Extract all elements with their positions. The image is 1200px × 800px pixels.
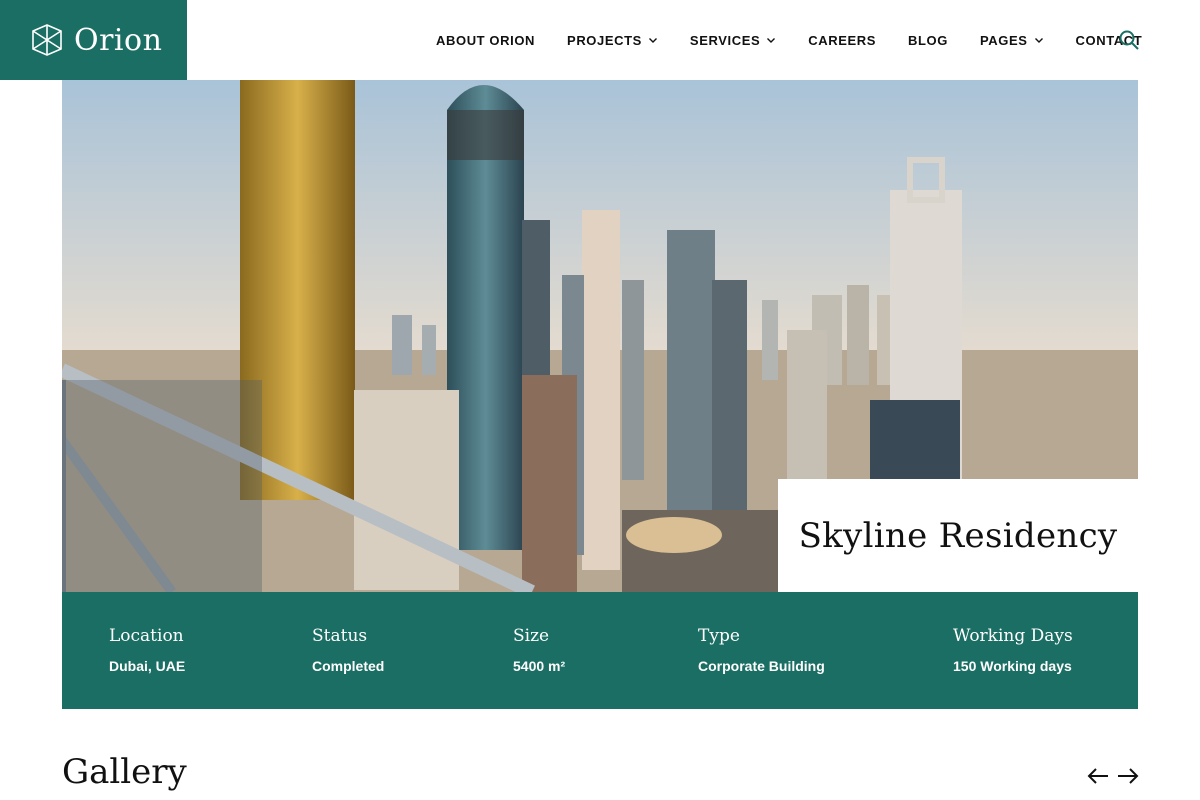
orion-logo-icon	[32, 24, 62, 56]
nav-label: CAREERS	[808, 32, 876, 48]
detail-label: Working Days	[953, 626, 1073, 646]
nav-label: BLOG	[908, 32, 948, 48]
nav-label: PAGES	[979, 32, 1028, 48]
arrow-left-icon[interactable]	[1086, 765, 1110, 787]
brand-name: Orion	[74, 22, 163, 58]
nav-item-pages[interactable]: PAGES	[980, 33, 1044, 48]
detail-label: Location	[109, 626, 184, 646]
nav-item-about[interactable]: ABOUT ORION	[436, 33, 535, 48]
project-title-card: Skyline Residency	[778, 479, 1138, 592]
logo[interactable]: Orion	[0, 0, 187, 80]
nav-item-services[interactable]: SERVICES	[690, 33, 776, 48]
detail-status: Status Completed	[312, 626, 384, 674]
detail-value: Corporate Building	[698, 658, 825, 674]
detail-working-days: Working Days 150 Working days	[953, 626, 1073, 674]
detail-value: Dubai, UAE	[109, 658, 186, 674]
detail-label: Status	[312, 626, 368, 646]
nav-label: ABOUT ORION	[436, 32, 536, 48]
detail-value: Completed	[312, 658, 385, 674]
chevron-down-icon	[648, 38, 657, 43]
project-details-bar: Location Dubai, UAE Status Completed Siz…	[62, 592, 1138, 709]
nav-item-projects[interactable]: PROJECTS	[567, 33, 658, 48]
chevron-down-icon	[1034, 38, 1043, 43]
nav-item-careers[interactable]: CAREERS	[808, 33, 876, 48]
detail-size: Size 5400 m²	[513, 626, 565, 674]
detail-label: Type	[698, 626, 740, 646]
chevron-down-icon	[767, 38, 776, 43]
main-nav: ABOUT ORION PROJECTS SERVICES CAREERS BL…	[420, 0, 1158, 80]
detail-value: 5400 m²	[513, 658, 566, 674]
search-icon[interactable]	[1118, 29, 1140, 51]
detail-label: Size	[513, 626, 550, 646]
project-title: Skyline Residency	[798, 515, 1118, 556]
nav-label: SERVICES	[689, 32, 761, 48]
arrow-right-icon[interactable]	[1116, 765, 1140, 787]
detail-type: Type Corporate Building	[698, 626, 825, 674]
detail-value: 150 Working days	[953, 658, 1072, 674]
nav-item-blog[interactable]: BLOG	[908, 33, 948, 48]
gallery-title: Gallery	[62, 752, 187, 792]
detail-location: Location Dubai, UAE	[109, 626, 185, 674]
nav-label: PROJECTS	[567, 32, 642, 48]
